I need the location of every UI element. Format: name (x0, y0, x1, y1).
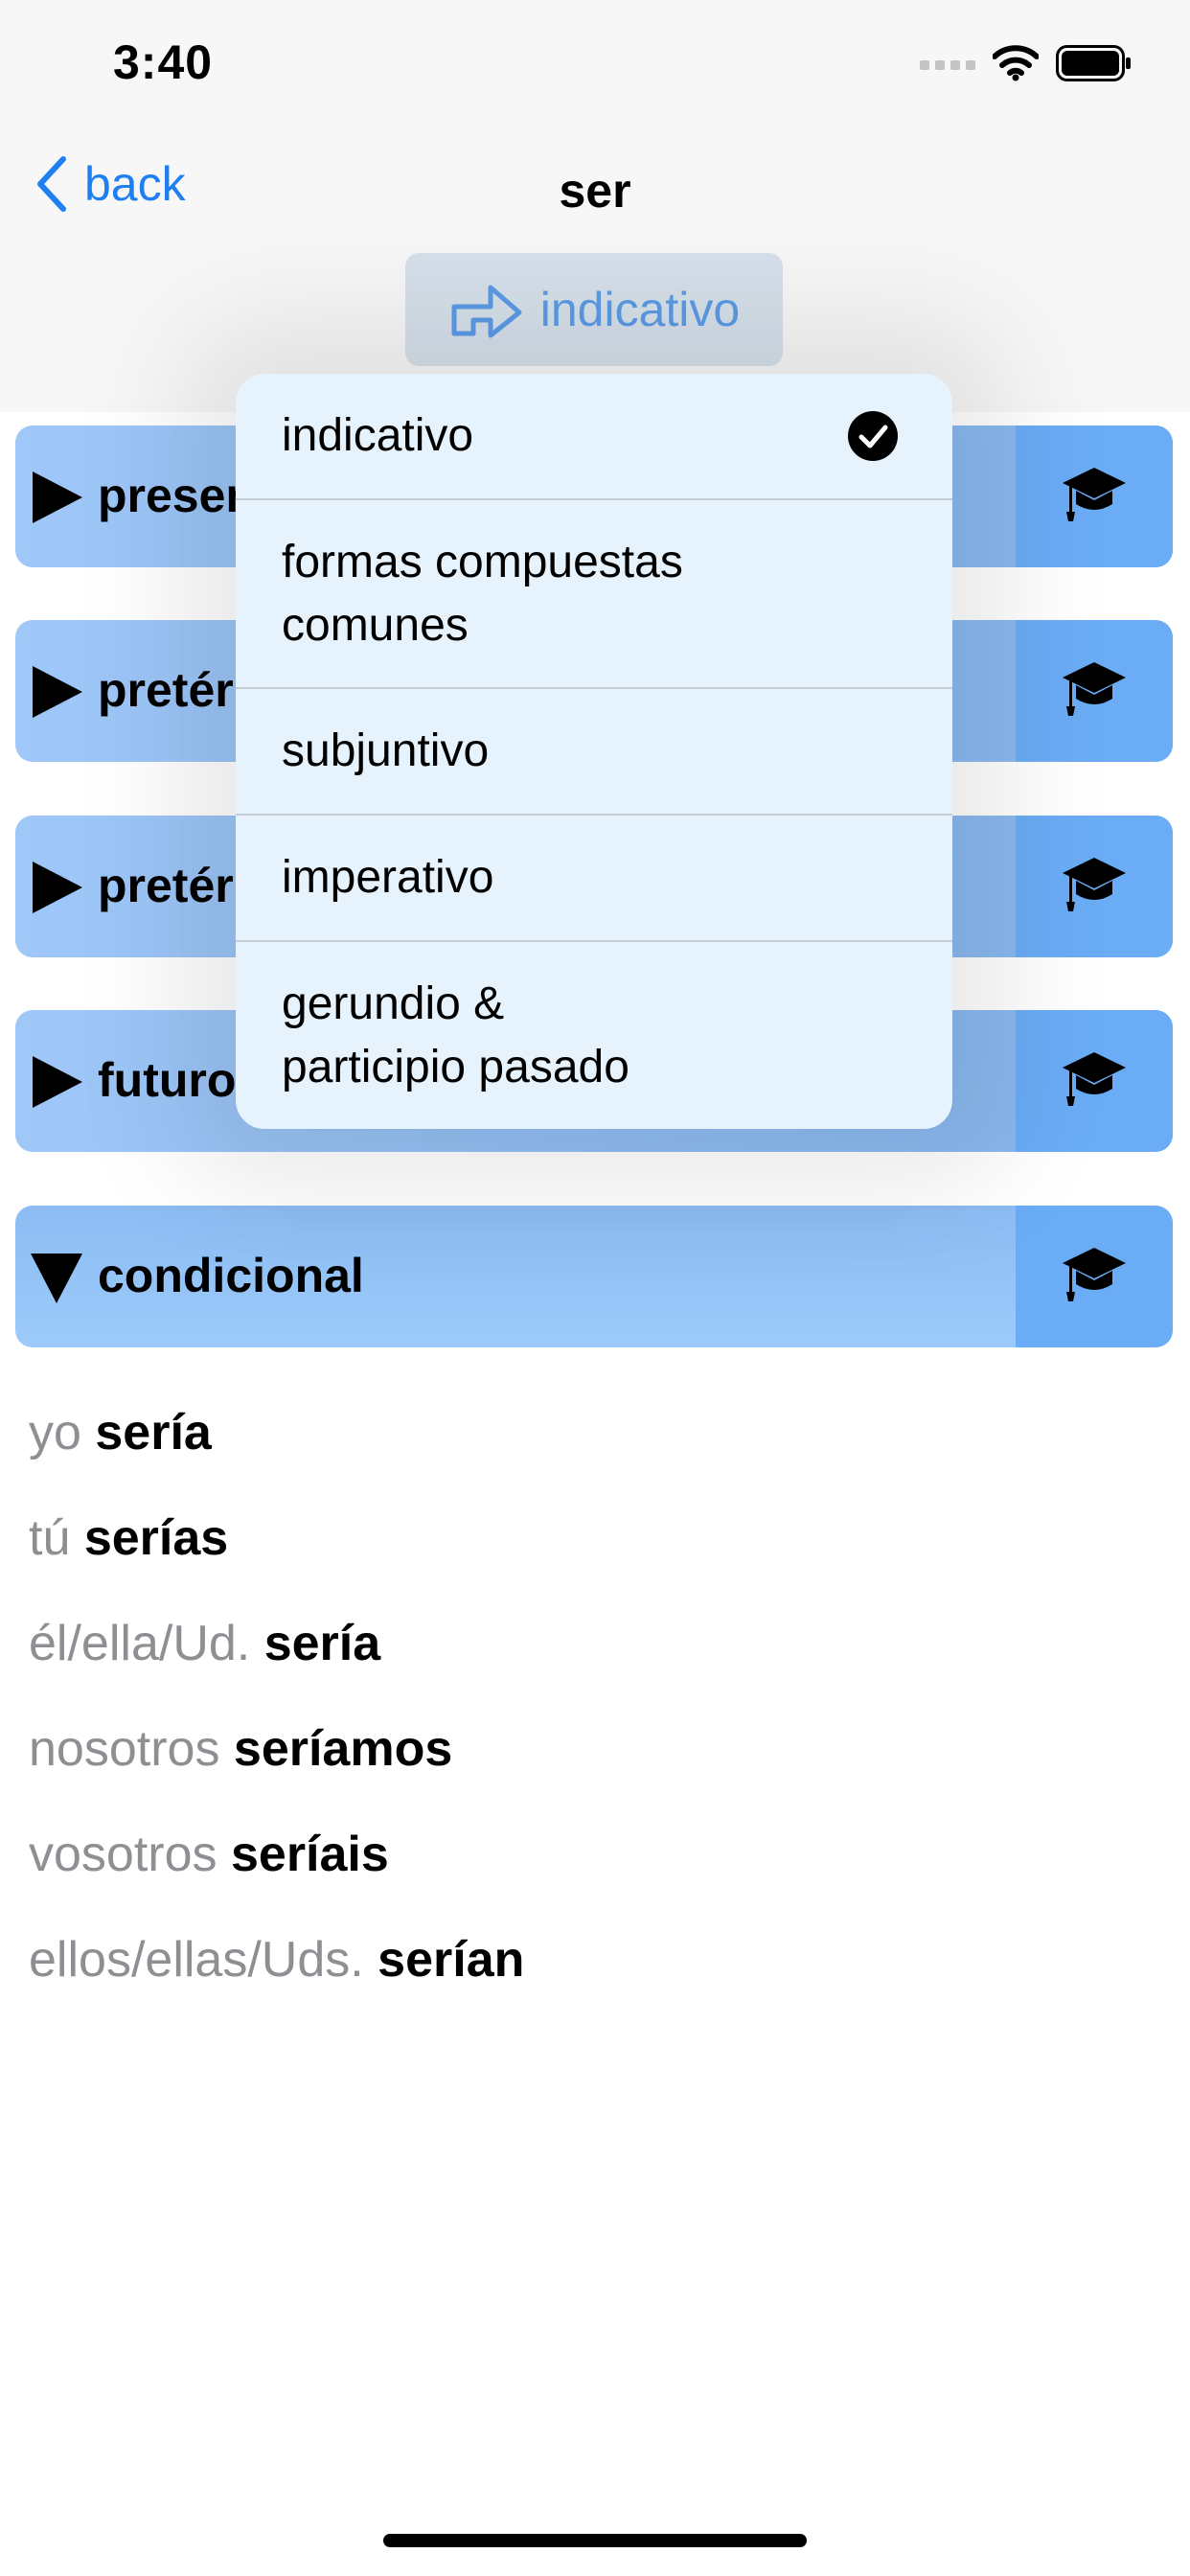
triangle-right-icon (33, 666, 82, 718)
triangle-right-icon (33, 472, 82, 523)
menu-item-imperativo[interactable]: imperativo (236, 816, 952, 942)
pronoun: yo (29, 1405, 81, 1460)
study-button[interactable] (1016, 1010, 1173, 1152)
verb-form: sería (95, 1405, 212, 1460)
checkmark-circle-icon (848, 411, 898, 461)
pronoun: tú (29, 1510, 71, 1566)
nav-bar: back ser (0, 134, 1190, 249)
study-button[interactable] (1016, 426, 1173, 567)
study-button[interactable] (1016, 620, 1173, 762)
conjugation-row: ellos/ellas/Uds. serían (29, 1907, 524, 2012)
pronoun: vosotros (29, 1827, 217, 1882)
verb-form: seríamos (233, 1721, 453, 1777)
menu-item-line: gerundio & (282, 978, 505, 1029)
pronoun: nosotros (29, 1721, 220, 1777)
page-title: ser (559, 164, 631, 218)
verb-form: sería (263, 1616, 381, 1671)
wifi-icon (993, 45, 1039, 81)
verb-form: serían (378, 1932, 525, 1988)
menu-item-label: indicativo (282, 410, 474, 461)
pronoun: él/ella/Ud. (29, 1616, 251, 1671)
conjugation-row: nosotros seríamos (29, 1696, 524, 1802)
status-icons (920, 44, 1133, 82)
graduation-cap-icon (1063, 1248, 1126, 1301)
arrow-right-outline-icon (451, 285, 522, 338)
menu-item-label: imperativo (282, 852, 494, 903)
menu-item-label: subjuntivo (282, 725, 490, 776)
tense-label: condicional (98, 1249, 364, 1302)
graduation-cap-icon (1063, 858, 1126, 911)
menu-item-line: formas compuestas (282, 536, 683, 587)
menu-item-indicativo[interactable]: indicativo (236, 374, 952, 500)
conjugation-row: tú serías (29, 1485, 524, 1591)
graduation-cap-icon (1063, 1052, 1126, 1106)
triangle-right-icon (33, 862, 82, 913)
mood-label: indicativo (539, 283, 741, 336)
tense-row-condicional[interactable]: condicional (15, 1206, 1173, 1347)
tense-label: futuro (98, 1053, 237, 1107)
triangle-right-icon (33, 1056, 82, 1108)
mood-selector-button[interactable]: indicativo (405, 253, 783, 366)
menu-item-label: gerundio & participio pasado (282, 973, 629, 1099)
triangle-down-icon (31, 1254, 82, 1303)
graduation-cap-icon (1063, 468, 1126, 521)
menu-item-gerundio[interactable]: gerundio & participio pasado (236, 942, 952, 1129)
status-time: 3:40 (113, 35, 214, 89)
graduation-cap-icon (1063, 662, 1126, 716)
home-indicator[interactable] (383, 2534, 807, 2547)
menu-item-formas-compuestas[interactable]: formas compuestas comunes (236, 500, 952, 689)
study-button[interactable] (1016, 1206, 1173, 1347)
signal-icon (920, 60, 975, 70)
pronoun: ellos/ellas/Uds. (29, 1932, 364, 1988)
mood-dropdown-menu: indicativo formas compuestas comunes sub… (236, 374, 952, 1129)
conjugation-row: él/ella/Ud. sería (29, 1591, 524, 1696)
conjugation-row: vosotros seríais (29, 1802, 524, 1907)
verb-form: serías (83, 1510, 229, 1566)
menu-item-line: participio pasado (282, 1041, 629, 1092)
study-button[interactable] (1016, 816, 1173, 957)
battery-icon (1056, 45, 1131, 81)
status-bar: 3:40 (0, 0, 1190, 134)
conjugation-row: yo sería (29, 1380, 524, 1485)
menu-item-subjuntivo[interactable]: subjuntivo (236, 689, 952, 816)
conjugation-list: yo sería tú serías él/ella/Ud. sería nos… (29, 1380, 524, 2012)
menu-item-label: formas compuestas comunes (282, 531, 683, 657)
menu-item-line: comunes (282, 599, 469, 651)
verb-form: seríais (230, 1827, 389, 1882)
